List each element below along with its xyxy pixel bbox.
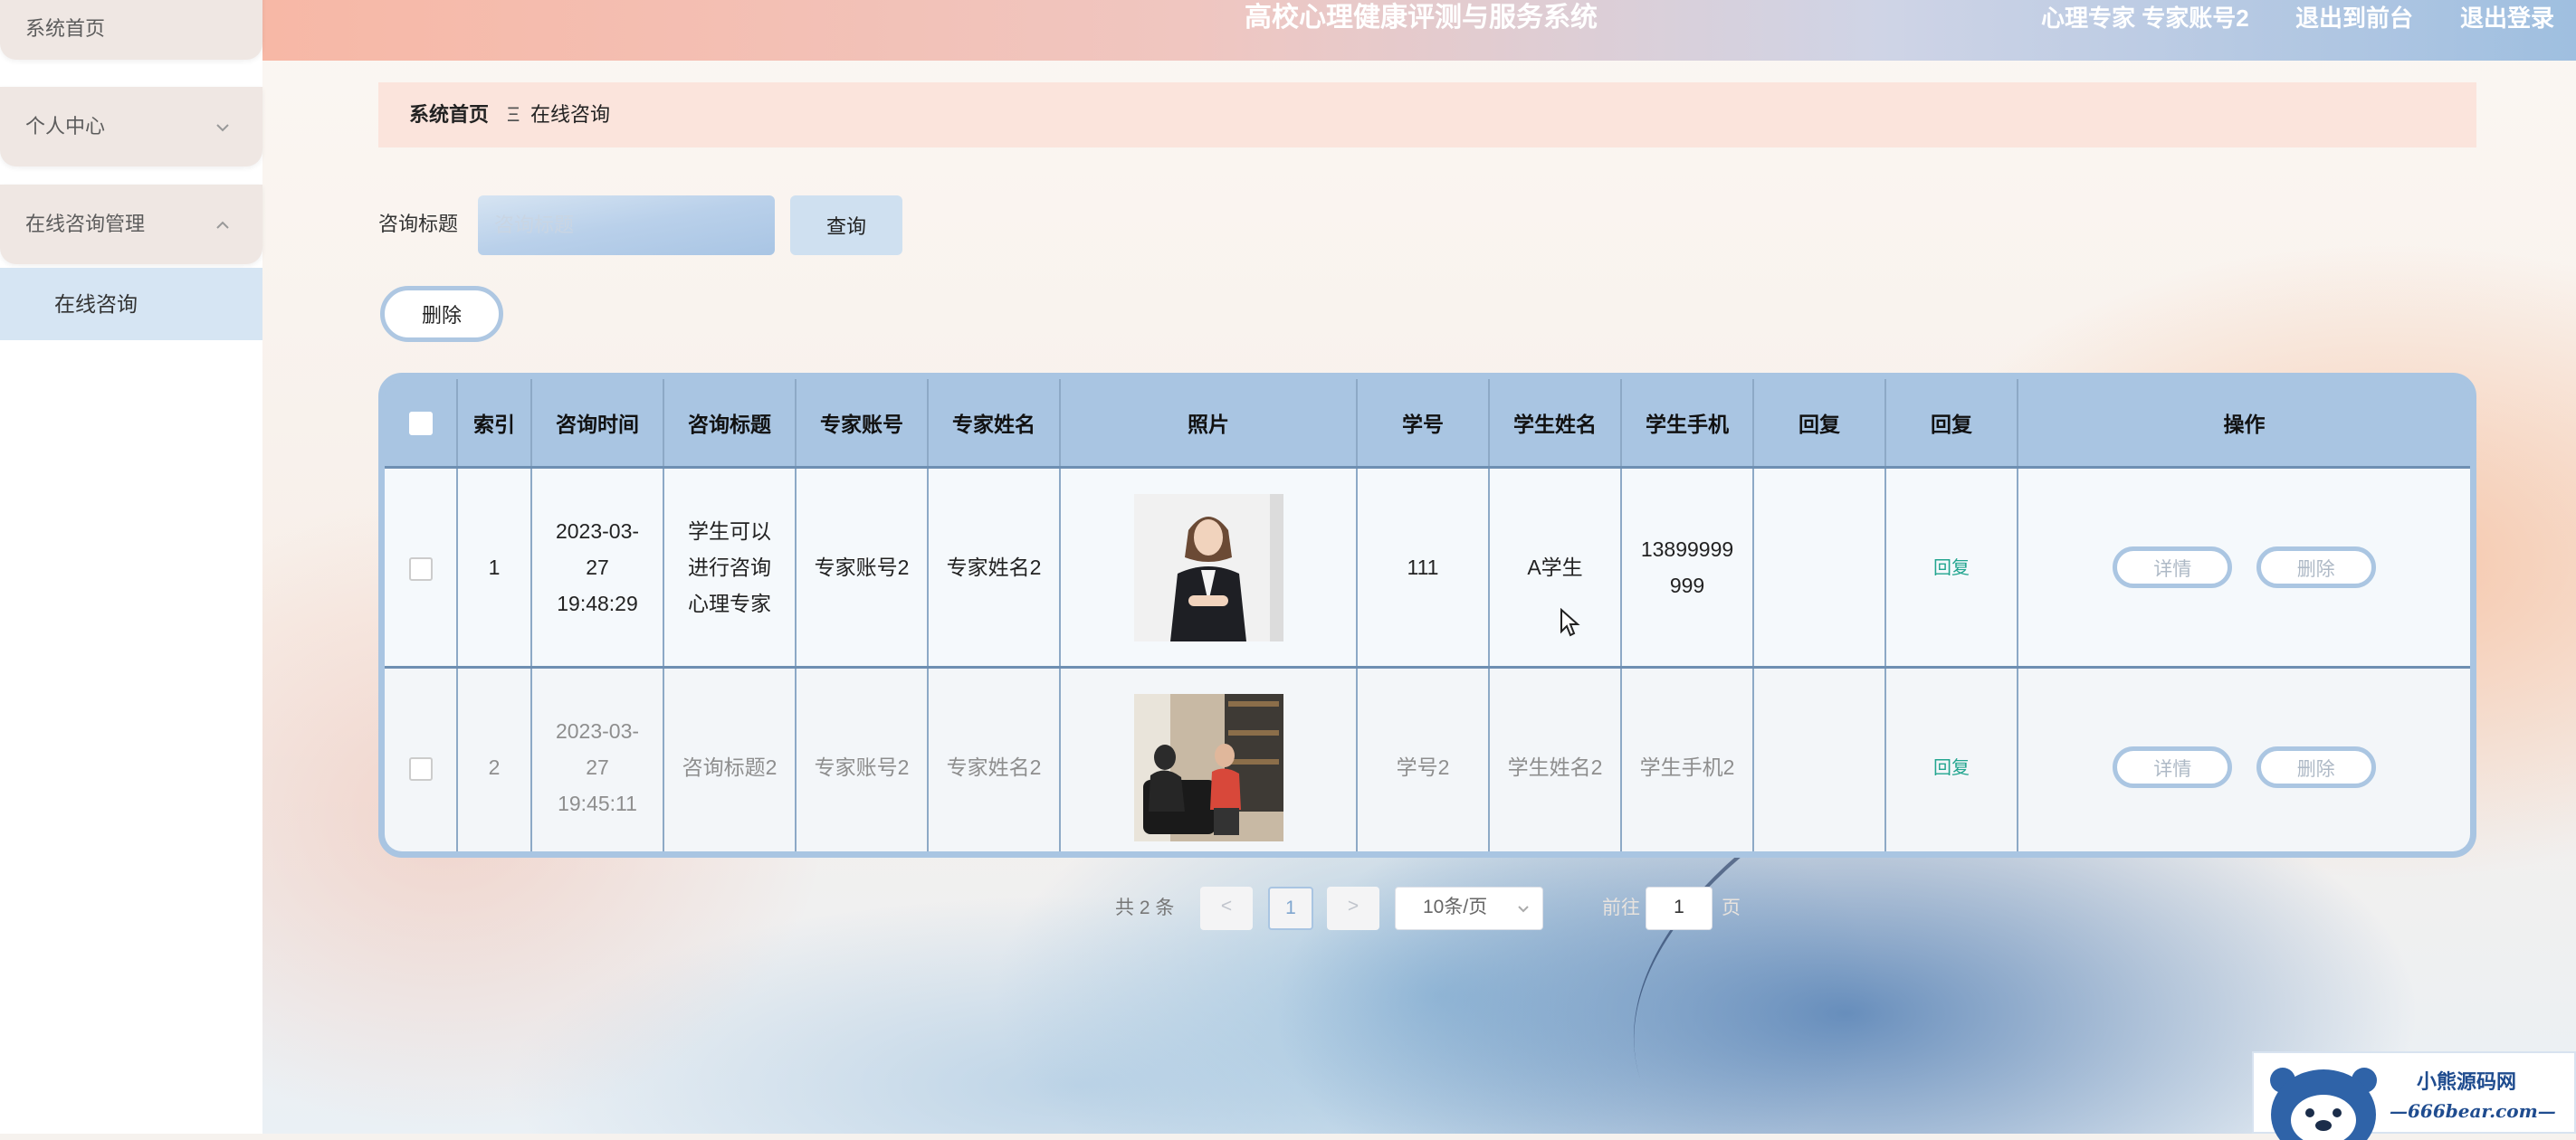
bear-logo-icon [2270, 1068, 2377, 1140]
reply-link[interactable]: 回复 [1933, 758, 1970, 778]
col-header-title: 咨询标题 [663, 379, 797, 468]
sidebar-item-home[interactable]: 系统首页 [0, 0, 262, 60]
next-page-button[interactable]: > [1327, 887, 1379, 930]
breadcrumb-home[interactable]: 系统首页 [409, 82, 489, 147]
sidebar-item-label: 在线咨询管理 [25, 213, 146, 235]
cell-title: 咨询标题2 [663, 666, 797, 851]
detail-button[interactable]: 详情 [2113, 746, 2233, 788]
goto-prefix: 前往 [1602, 898, 1640, 918]
sidebar-subitem-label: 在线咨询 [54, 292, 138, 316]
sidebar: 系统首页 个人中心 在线咨询管理 在线咨询 [0, 0, 262, 1134]
cell-expert-name: 专家姓名2 [928, 666, 1061, 851]
cell-expert-account: 专家账号2 [796, 466, 929, 668]
cell-photo [1060, 466, 1358, 668]
chevron-up-icon [215, 185, 230, 264]
page-size-select[interactable]: 10条/页 [1395, 887, 1543, 930]
watermark-logo: 小熊源码网 —666bear.com— [2252, 1051, 2576, 1140]
table-row: 2 2023-03-27 19:45:11 咨询标题2 专家账号2 专家姓名2 [385, 666, 2470, 851]
col-header-student-no: 学号 [1357, 379, 1490, 468]
cell-student-phone: 学生手机2 [1621, 666, 1754, 851]
cell-expert-account: 专家账号2 [796, 666, 929, 851]
expert-photo[interactable] [1133, 493, 1283, 641]
consult-table: 索引 咨询时间 咨询标题 专家账号 专家姓名 照片 学号 学生姓名 学生手机 回… [378, 373, 2476, 858]
prev-page-button[interactable]: < [1200, 887, 1253, 930]
col-header-actions: 操作 [2018, 379, 2470, 468]
row-checkbox[interactable] [385, 666, 458, 851]
sidebar-subitem-online-consult[interactable]: 在线咨询 [0, 268, 262, 340]
cell-time: 2023-03-27 19:45:11 [531, 666, 664, 851]
detail-button[interactable]: 详情 [2113, 546, 2233, 588]
select-all-checkbox[interactable] [385, 379, 458, 468]
cell-student-name: A学生 [1489, 466, 1622, 668]
cell-title: 学生可以进行咨询心理专家 [663, 466, 797, 668]
chevron-down-icon [1517, 888, 1530, 927]
chevron-down-icon [215, 87, 230, 166]
cell-index: 1 [457, 466, 532, 668]
page-number-current[interactable]: 1 [1268, 887, 1313, 930]
cell-reply: 回复 [1885, 466, 2018, 668]
query-button[interactable]: 查询 [790, 195, 902, 255]
sidebar-item-consult-mgmt[interactable]: 在线咨询管理 [0, 185, 262, 264]
top-header: 高校心理健康评测与服务系统 心理专家 专家账号2 退出到前台 退出登录 [262, 0, 2576, 61]
breadcrumb: 系统首页 Ξ 在线咨询 [378, 82, 2476, 147]
col-header-reply: 回复 [1885, 379, 2018, 468]
cell-reply-content [1753, 466, 1886, 668]
pagination-total: 共 2 条 [1115, 898, 1175, 918]
watermark-line2: —666bear.com— [2390, 1100, 2556, 1122]
col-header-index: 索引 [457, 379, 532, 468]
consult-photo[interactable] [1133, 693, 1283, 841]
cell-actions: 详情 删除 [2018, 666, 2470, 851]
table-header-row: 索引 咨询时间 咨询标题 专家账号 专家姓名 照片 学号 学生姓名 学生手机 回… [385, 379, 2470, 468]
sidebar-item-personal[interactable]: 个人中心 [0, 87, 262, 166]
goto-suffix: 页 [1722, 898, 1741, 918]
goto-page-input[interactable]: 1 [1646, 887, 1713, 930]
reply-link[interactable]: 回复 [1933, 558, 1970, 578]
col-header-student-name: 学生姓名 [1489, 379, 1622, 468]
cell-photo [1060, 666, 1358, 851]
col-header-expert-account: 专家账号 [796, 379, 929, 468]
table-row: 1 2023-03-27 19:48:29 学生可以进行咨询心理专家 专家账号2… [385, 466, 2470, 668]
col-header-photo: 照片 [1060, 379, 1358, 468]
batch-delete-button[interactable]: 删除 [380, 286, 503, 342]
breadcrumb-separator: Ξ [507, 103, 520, 126]
row-checkbox[interactable] [385, 466, 458, 668]
cell-index: 2 [457, 666, 532, 851]
delete-button[interactable]: 删除 [2256, 746, 2376, 788]
cell-student-no: 111 [1357, 466, 1490, 668]
search-label: 咨询标题 [378, 213, 459, 235]
mouse-cursor-icon [1560, 608, 1580, 637]
col-header-reply-content: 回复 [1753, 379, 1886, 468]
cell-reply: 回复 [1885, 666, 2018, 851]
app-title: 高校心理健康评测与服务系统 [1245, 3, 1598, 33]
search-input[interactable] [478, 195, 775, 255]
cell-student-name: 学生姓名2 [1489, 666, 1622, 851]
sidebar-item-label: 系统首页 [25, 17, 106, 40]
sidebar-item-label: 个人中心 [25, 115, 106, 138]
breadcrumb-current: 在线咨询 [530, 103, 611, 126]
cell-student-phone: 13899999999 [1621, 466, 1754, 668]
delete-button[interactable]: 删除 [2256, 546, 2376, 588]
front-link[interactable]: 退出到前台 [2295, 0, 2413, 36]
col-header-student-phone: 学生手机 [1621, 379, 1754, 468]
watermark-line1: 小熊源码网 [2417, 1070, 2517, 1094]
cell-expert-name: 专家姓名2 [928, 466, 1061, 668]
user-label: 心理专家 专家账号2 [2041, 5, 2249, 32]
col-header-expert-name: 专家姓名 [928, 379, 1061, 468]
cell-reply-content [1753, 666, 1886, 851]
cell-student-no: 学号2 [1357, 666, 1490, 851]
page-size-value: 10条/页 [1423, 897, 1488, 917]
logout-link[interactable]: 退出登录 [2460, 0, 2554, 36]
cell-time: 2023-03-27 19:48:29 [531, 466, 664, 668]
col-header-time: 咨询时间 [531, 379, 664, 468]
cell-actions: 详情 删除 [2018, 466, 2470, 668]
